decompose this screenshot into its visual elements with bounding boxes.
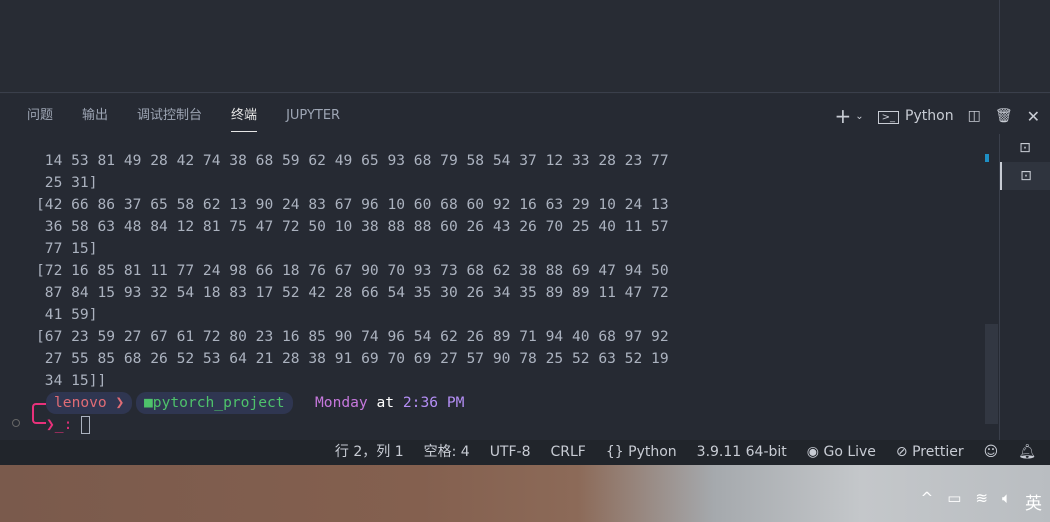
prompt-bracket xyxy=(32,403,46,424)
feedback-icon[interactable]: ☺ xyxy=(984,440,999,465)
terminal-line: 27 55 85 68 26 52 53 64 21 28 38 91 69 7… xyxy=(36,350,669,367)
status-golive[interactable]: ◉ Go Live xyxy=(807,440,876,465)
status-position[interactable]: 行 2，列 1 xyxy=(335,440,404,465)
terminal-line: 14 53 81 49 28 42 74 38 68 59 62 49 65 9… xyxy=(36,152,669,169)
terminal-instance-icon[interactable]: ⊡ xyxy=(1000,134,1050,162)
terminal-prompt: lenovo ❯ ■pytorch_project Monday at 2:36… xyxy=(0,392,700,436)
terminal-line: [72 16 85 81 11 77 24 98 66 18 76 67 90 … xyxy=(36,262,669,279)
terminal-line: 25 31] xyxy=(36,174,98,191)
editor-area xyxy=(0,0,1050,93)
tab-terminal[interactable]: 终端 xyxy=(231,102,258,132)
folder-icon: ■ xyxy=(144,394,153,411)
chevron-up-icon[interactable]: ^ xyxy=(921,489,934,514)
status-language[interactable]: {} Python xyxy=(606,440,677,465)
status-indent[interactable]: 空格: 4 xyxy=(424,440,470,465)
broadcast-icon: ◉ xyxy=(806,444,820,460)
tab-debug-console[interactable]: 调试控制台 xyxy=(137,102,202,132)
split-terminal-icon[interactable]: ◫ xyxy=(968,108,981,124)
terminal-instance-icon-active[interactable]: ⊡ xyxy=(1000,162,1050,190)
status-eol[interactable]: CRLF xyxy=(551,440,586,465)
ime-indicator[interactable]: 英 xyxy=(1025,489,1042,514)
prompt-dir: pytorch_project xyxy=(152,394,285,411)
divider xyxy=(999,0,1000,93)
terminal-output[interactable]: 14 53 81 49 28 42 74 38 68 59 62 49 65 9… xyxy=(36,150,669,392)
tab-output[interactable]: 输出 xyxy=(82,102,108,132)
trash-icon[interactable]: 🗑 xyxy=(995,108,1013,124)
terminal-line: 34 15]] xyxy=(36,372,107,389)
terminal-line: 87 84 15 93 32 54 18 83 17 52 42 28 66 5… xyxy=(36,284,669,301)
terminal-line: 41 59] xyxy=(36,306,98,323)
status-prettier[interactable]: ⊘ Prettier xyxy=(896,440,964,465)
status-encoding[interactable]: UTF-8 xyxy=(490,440,531,465)
prompt-user-segment: lenovo ❯ xyxy=(46,392,133,414)
volume-icon[interactable]: 🔈︎ xyxy=(1002,489,1011,514)
terminal-line: 36 58 63 48 84 12 81 75 47 72 50 10 38 8… xyxy=(36,218,669,235)
new-terminal-plus-icon[interactable]: + xyxy=(835,104,852,128)
circle-icon xyxy=(12,419,20,427)
chevron-down-icon[interactable]: ⌄ xyxy=(855,111,863,122)
battery-icon[interactable]: ▭ xyxy=(947,489,961,514)
prettier-label: Prettier xyxy=(912,444,964,460)
bell-icon[interactable]: 🔔︎ xyxy=(1018,440,1036,465)
scrollbar[interactable] xyxy=(985,324,998,424)
tab-problems[interactable]: 问题 xyxy=(27,102,53,132)
desktop-taskbar: ^ ▭ ≋ 🔈︎ 英 xyxy=(0,465,1050,522)
prompt-clock: 2:36 PM xyxy=(402,394,465,411)
prompt-time: Monday at 2:36 PM xyxy=(315,392,464,414)
close-icon[interactable]: ✕ xyxy=(1027,107,1040,126)
status-interpreter[interactable]: 3.9.11 64-bit xyxy=(697,440,787,465)
terminal-list: ⊡ ⊡ xyxy=(999,134,1050,440)
cursor[interactable] xyxy=(81,416,90,434)
status-language-label: Python xyxy=(628,444,677,460)
prompt-symbol: ❯_: xyxy=(46,416,73,433)
golive-label: Go Live xyxy=(823,444,876,460)
terminal-line: [42 66 86 37 65 58 62 13 90 24 83 67 96 … xyxy=(36,196,669,213)
prompt-dir-segment: ■pytorch_project xyxy=(136,392,293,414)
terminal-profile[interactable]: >_ Python xyxy=(877,108,954,124)
braces-icon: {} xyxy=(605,444,624,460)
terminal-profile-label: Python xyxy=(905,108,954,124)
prompt-user: lenovo xyxy=(54,394,107,411)
prompt-at: at xyxy=(376,394,395,411)
terminal-line: 77 15] xyxy=(36,240,98,257)
prettier-icon: ⊘ xyxy=(895,444,908,460)
prompt-day: Monday xyxy=(315,394,368,411)
bottom-panel: 问题 输出 调试控制台 终端 JUPYTER + ⌄ >_ Python ◫ 🗑 … xyxy=(0,94,1050,440)
terminal-icon: >_ xyxy=(877,111,900,124)
status-bar: 行 2，列 1 空格: 4 UTF-8 CRLF {} Python 3.9.1… xyxy=(0,440,1050,465)
scroll-marker xyxy=(985,154,989,162)
wifi-icon[interactable]: ≋ xyxy=(975,489,988,514)
terminal-line: [67 23 59 27 67 61 72 80 23 16 85 90 74 … xyxy=(36,328,669,345)
tab-jupyter[interactable]: JUPYTER xyxy=(286,102,340,132)
